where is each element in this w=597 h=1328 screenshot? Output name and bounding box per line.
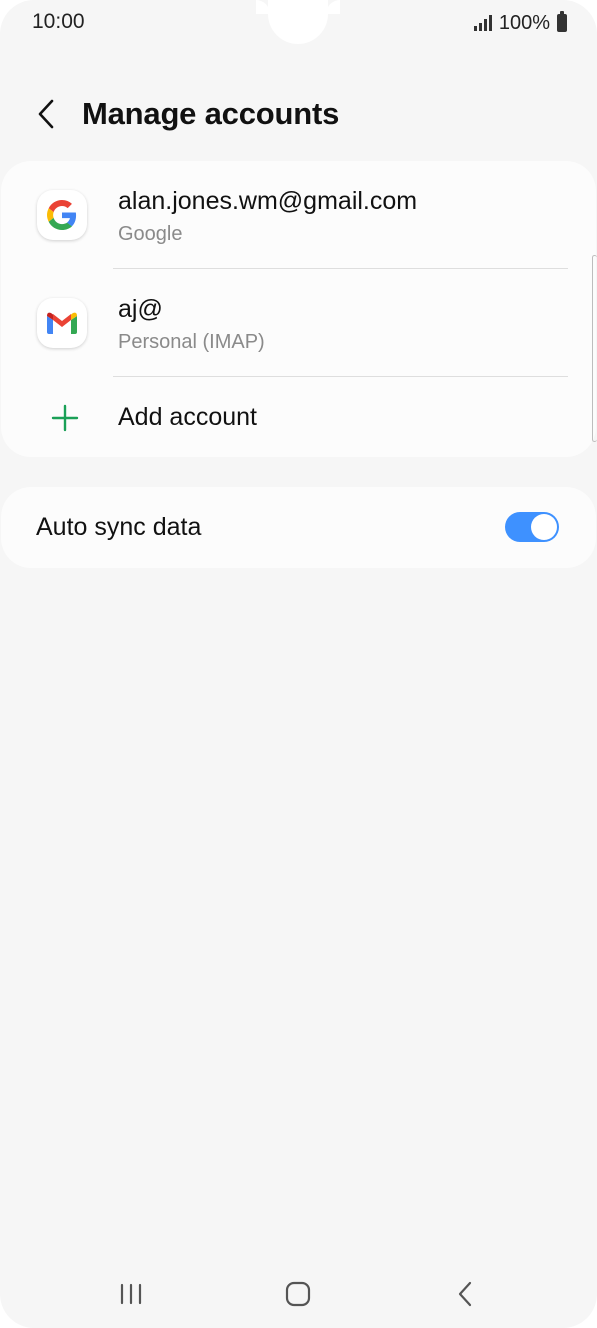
status-time: 10:00 <box>32 10 85 33</box>
account-email: alan.jones.wm@gmail.com <box>118 187 418 215</box>
auto-sync-toggle[interactable] <box>505 512 559 542</box>
recents-icon <box>120 1283 142 1305</box>
back-icon <box>458 1281 472 1307</box>
camera-notch <box>268 0 328 44</box>
gmail-icon <box>37 298 87 348</box>
auto-sync-card: Auto sync data <box>1 487 596 568</box>
notch-right <box>326 0 340 14</box>
auto-sync-label: Auto sync data <box>36 513 202 541</box>
page-title: Manage accounts <box>82 96 340 131</box>
home-button[interactable] <box>268 1272 328 1316</box>
google-icon <box>37 190 87 240</box>
status-icons: 100% <box>473 10 567 36</box>
scroll-indicator <box>592 255 597 442</box>
plus-icon <box>51 404 79 432</box>
signal-icon <box>473 15 492 31</box>
app-header: Manage accounts <box>0 80 597 152</box>
accounts-card: alan.jones.wm@gmail.com Google aj@ Perso… <box>1 161 596 457</box>
account-email: aj@ <box>118 295 163 323</box>
battery-percent: 100% <box>498 11 550 34</box>
battery-icon <box>557 11 567 32</box>
chevron-left-icon <box>38 99 54 129</box>
home-icon <box>285 1281 311 1307</box>
toggle-knob <box>531 514 557 540</box>
back-button[interactable] <box>28 94 64 134</box>
add-account-label: Add account <box>118 403 257 431</box>
account-row-google[interactable]: alan.jones.wm@gmail.com Google <box>1 161 596 268</box>
account-type: Personal (IMAP) <box>118 331 265 353</box>
phone-screen: 10:00 100% Manage accounts alan.jones.wm… <box>0 0 597 1328</box>
add-account-button[interactable]: Add account <box>1 377 596 457</box>
account-row-imap[interactable]: aj@ Personal (IMAP) <box>1 269 596 376</box>
nav-back-button[interactable] <box>435 1272 495 1316</box>
recents-button[interactable] <box>101 1272 161 1316</box>
navigation-bar <box>0 1262 597 1326</box>
account-type: Google <box>118 223 183 245</box>
